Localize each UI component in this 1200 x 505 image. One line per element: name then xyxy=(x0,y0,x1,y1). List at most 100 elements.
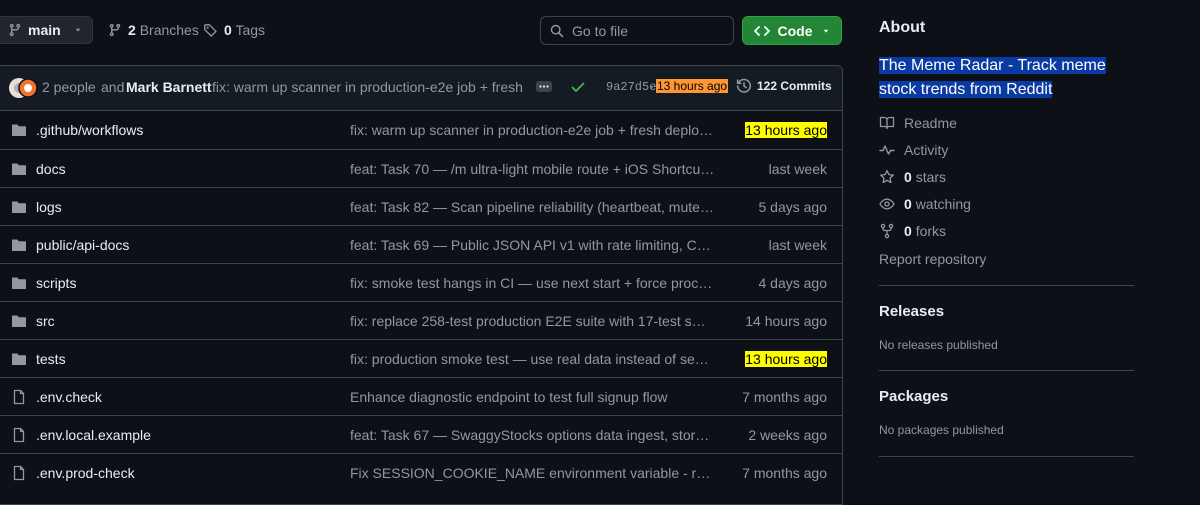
file-commit-message-link[interactable]: feat: Task 67 — SwaggyStocks options dat… xyxy=(350,427,715,443)
file-name-link[interactable]: logs xyxy=(36,199,62,215)
branch-name: main xyxy=(28,22,61,38)
stars-label: stars xyxy=(915,169,947,185)
file-commit-message-link[interactable]: fix: smoke test hangs in CI — use next s… xyxy=(350,275,715,291)
readme-link[interactable]: Readme xyxy=(879,115,957,131)
releases-heading[interactable]: Releases xyxy=(879,303,944,320)
file-commit-message-link[interactable]: fix: production smoke test — use real da… xyxy=(350,351,715,367)
file-commit-date: 7 months ago xyxy=(742,465,827,481)
stars-link[interactable]: 0 stars xyxy=(879,169,946,185)
file-commit-message-link[interactable]: Fix SESSION_COOKIE_NAME environment vari… xyxy=(350,465,715,481)
file-name-link[interactable]: .env.prod-check xyxy=(36,465,135,481)
folder-icon xyxy=(11,313,27,329)
commit-people[interactable]: 2 people xyxy=(42,79,96,95)
code-label: Code xyxy=(777,22,813,39)
file-row[interactable]: .github/workflows fix: warm up scanner in… xyxy=(0,111,842,149)
file-commit-message-link[interactable]: feat: Task 70 — /m ultra-light mobile ro… xyxy=(350,161,715,177)
file-row[interactable]: .env.check Enhance diagnostic endpoint to… xyxy=(0,377,842,415)
branches-link[interactable]: 2 Branches xyxy=(108,22,199,38)
folder-icon xyxy=(11,161,27,177)
repo-description: The Meme Radar - Track meme stock trends… xyxy=(879,54,1139,102)
no-releases-text: No releases published xyxy=(879,338,998,352)
watching-link[interactable]: 0 watching xyxy=(879,196,971,212)
no-packages-text: No packages published xyxy=(879,423,1004,437)
file-commit-message-link[interactable]: Enhance diagnostic endpoint to test full… xyxy=(350,389,715,405)
file-name-link[interactable]: public/api-docs xyxy=(36,237,129,253)
code-button[interactable]: Code xyxy=(742,16,842,45)
file-row[interactable]: public/api-docs feat: Task 69 — Public JS… xyxy=(0,225,842,263)
file-row[interactable]: scripts fix: smoke test hangs in CI — use… xyxy=(0,263,842,301)
file-name-link[interactable]: src xyxy=(36,313,55,329)
activity-label: Activity xyxy=(904,142,949,158)
file-row[interactable]: .env.prod-check Fix SESSION_COOKIE_NAME e… xyxy=(0,453,842,491)
search-icon xyxy=(550,24,564,38)
ellipsis-expander-button[interactable] xyxy=(536,81,552,92)
sidebar-divider xyxy=(879,456,1134,457)
branches-label: Branches xyxy=(139,22,199,38)
commits-count: 122 Commits xyxy=(757,79,832,93)
file-commit-message-link[interactable]: fix: warm up scanner in production-e2e j… xyxy=(350,122,715,138)
activity-link[interactable]: Activity xyxy=(879,142,948,158)
folder-icon xyxy=(11,122,27,138)
file-name-link[interactable]: docs xyxy=(36,161,66,177)
file-commit-message-link[interactable]: feat: Task 69 — Public JSON API v1 with … xyxy=(350,237,715,253)
pulse-icon xyxy=(879,142,895,158)
tags-count: 0 xyxy=(224,22,232,38)
commit-sha[interactable]: 9a27d5e xyxy=(606,80,656,94)
file-commit-date: 5 days ago xyxy=(758,199,828,215)
history-icon xyxy=(736,78,752,94)
tags-link[interactable]: 0 Tags xyxy=(203,22,265,38)
file-row[interactable]: src fix: replace 258-test production E2E … xyxy=(0,301,842,339)
folder-icon xyxy=(11,275,27,291)
git-branch-icon xyxy=(108,23,122,37)
file-row[interactable]: tests fix: production smoke test — use re… xyxy=(0,339,842,377)
caret-down-icon xyxy=(73,25,83,35)
report-label: Report repository xyxy=(879,251,987,267)
file-list: .github/workflows fix: warm up scanner in… xyxy=(0,111,842,491)
file-name-link[interactable]: .github/workflows xyxy=(36,122,143,138)
file-name-link[interactable]: tests xyxy=(36,351,66,367)
eye-icon xyxy=(879,196,895,212)
file-row[interactable]: .env.local.example feat: Task 67 — Swaggy… xyxy=(0,415,842,453)
code-icon xyxy=(753,24,770,38)
avatar[interactable] xyxy=(8,77,38,99)
commits-history-link[interactable]: 122 Commits xyxy=(736,78,832,94)
file-commit-date: 4 days ago xyxy=(758,275,828,291)
file-commit-date: 2 weeks ago xyxy=(748,427,827,443)
commit-author[interactable]: Mark Barnett xyxy=(126,79,212,95)
file-commit-message-link[interactable]: fix: replace 258-test production E2E sui… xyxy=(350,313,715,329)
file-commit-date: 7 months ago xyxy=(742,389,827,405)
commit-message[interactable]: fix: warm up scanner in production-e2e j… xyxy=(212,79,522,95)
file-name-link[interactable]: scripts xyxy=(36,275,76,291)
branches-count: 2 xyxy=(128,22,136,38)
file-commit-date: last week xyxy=(768,161,827,177)
file-row[interactable]: docs feat: Task 70 — /m ultra-light mobil… xyxy=(0,149,842,187)
fork-icon xyxy=(879,223,895,239)
file-name-link[interactable]: .env.local.example xyxy=(36,427,151,443)
about-heading: About xyxy=(879,19,926,36)
stars-count: 0 xyxy=(904,169,912,185)
book-icon xyxy=(879,115,895,131)
branch-selector-button[interactable]: main xyxy=(0,16,93,44)
file-name-link[interactable]: .env.check xyxy=(36,389,102,405)
forks-link[interactable]: 0 forks xyxy=(879,223,946,239)
forks-label: forks xyxy=(915,223,947,239)
folder-icon xyxy=(11,351,27,367)
search-placeholder: Go to file xyxy=(572,22,629,39)
commit-time: 13 hours ago xyxy=(656,79,729,93)
caret-down-icon xyxy=(821,26,831,36)
watching-label: watching xyxy=(915,196,971,212)
watching-count: 0 xyxy=(904,196,912,212)
go-to-file-input[interactable]: Go to file xyxy=(540,16,734,45)
check-icon[interactable] xyxy=(570,79,586,95)
file-row[interactable]: logs feat: Task 82 — Scan pipeline reliab… xyxy=(0,187,842,225)
readme-label: Readme xyxy=(904,115,957,131)
report-repository-link[interactable]: Report repository xyxy=(879,251,986,267)
folder-icon xyxy=(11,199,27,215)
star-icon xyxy=(879,169,895,185)
file-commit-date: 13 hours ago xyxy=(745,351,827,367)
sidebar-divider xyxy=(879,370,1134,371)
packages-heading[interactable]: Packages xyxy=(879,388,948,405)
forks-count: 0 xyxy=(904,223,912,239)
file-commit-message-link[interactable]: feat: Task 82 — Scan pipeline reliabilit… xyxy=(350,199,715,215)
commit-separator: · xyxy=(650,80,654,94)
